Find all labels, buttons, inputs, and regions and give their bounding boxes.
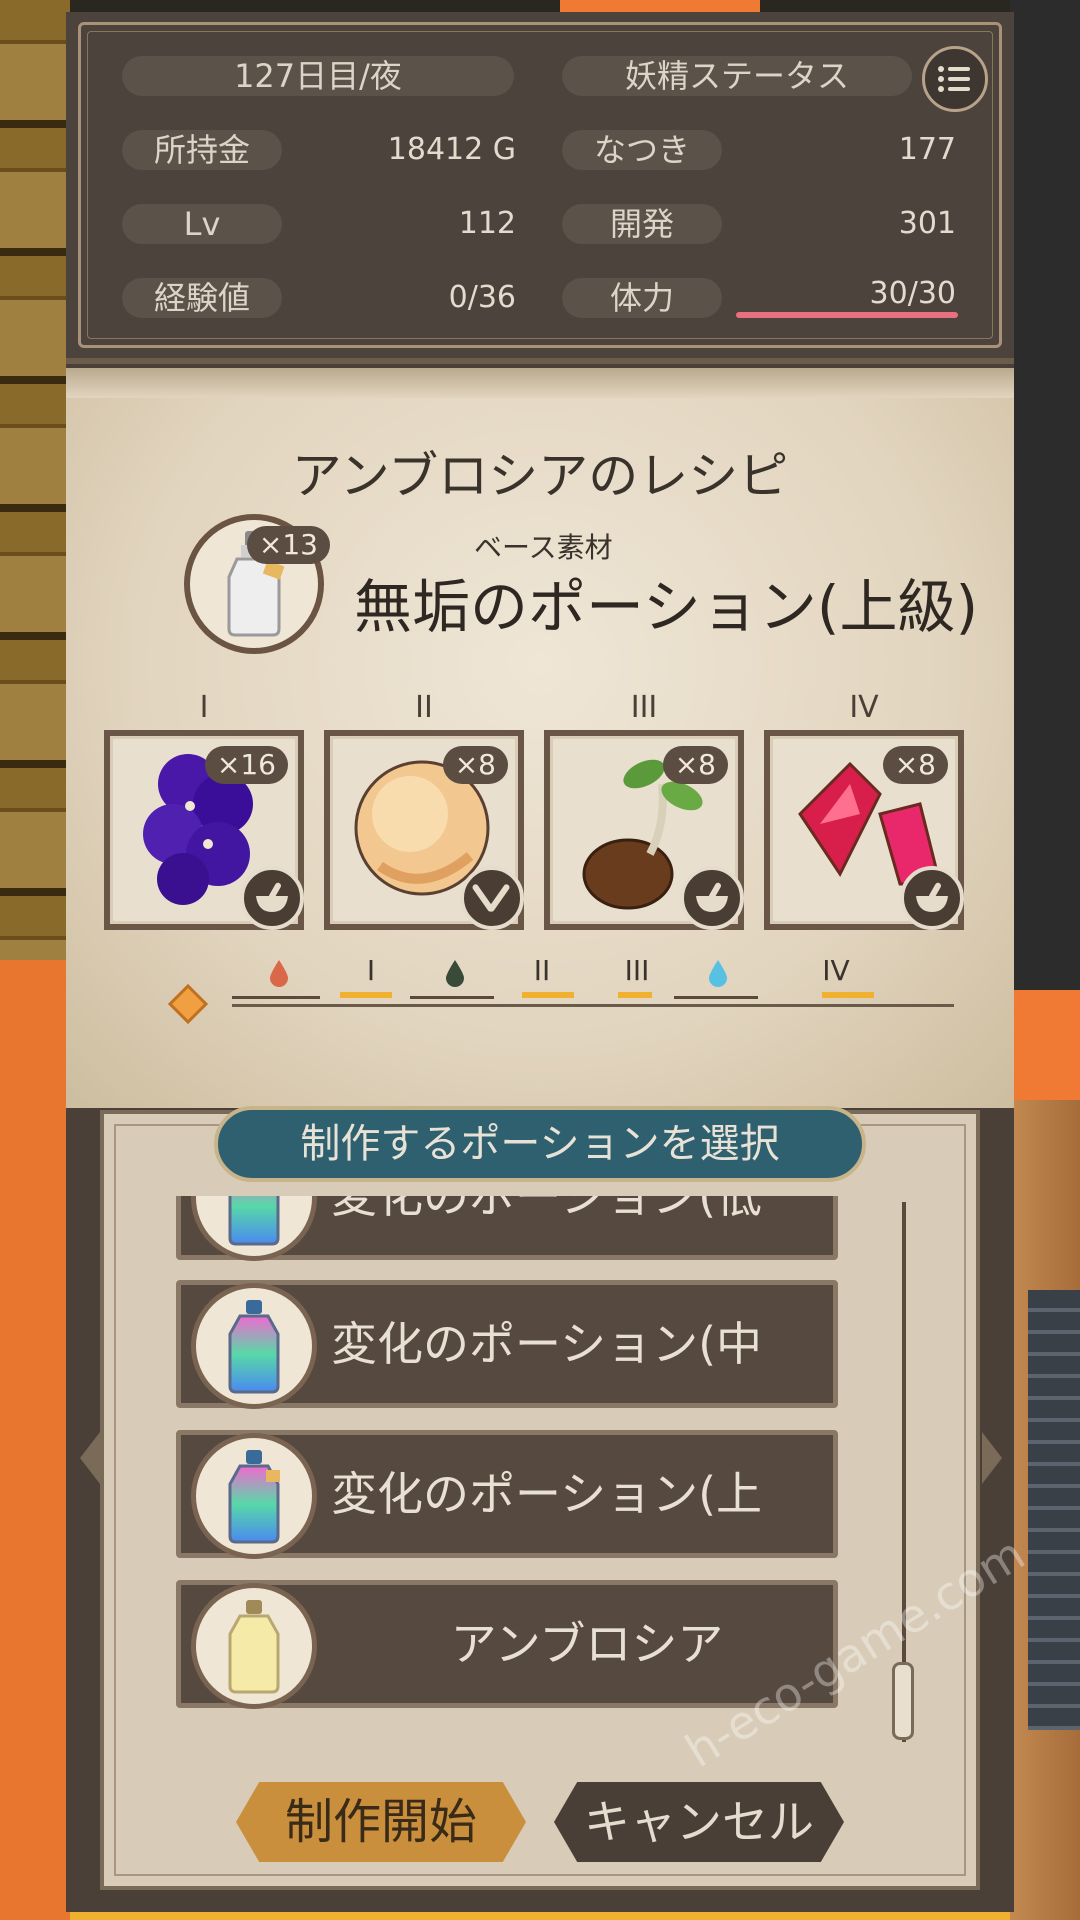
- dark-drop-icon: [446, 960, 464, 987]
- track-label-4: IV: [822, 954, 850, 987]
- track-seg-drop-dark: [410, 996, 494, 999]
- game-screen: 127日目/夜 妖精ステータス 所持金 18412 G なつき 177 Lv 1…: [66, 12, 1034, 1912]
- hp-bar: [736, 312, 958, 318]
- background-left-orange: [0, 960, 70, 1920]
- track-line: [232, 1004, 954, 1007]
- fairy-status-title: 妖精ステータス: [562, 56, 912, 96]
- potion-option-2-icon-frame: [191, 1283, 317, 1409]
- affection-label: なつき: [562, 130, 722, 170]
- potion-option-2-label: 変化のポーション(中級): [331, 1317, 763, 1489]
- day-display: 127日目/夜: [122, 56, 514, 96]
- blue-drop-icon: [709, 960, 727, 987]
- rainbow-potion-icon: [228, 1196, 280, 1246]
- dialog-title: 制作するポーションを選択: [214, 1106, 866, 1182]
- exp-label: 経験値: [122, 278, 282, 318]
- slot-4-number: IV: [849, 690, 879, 725]
- background-top-strip: [560, 0, 760, 12]
- slot-4-tool[interactable]: [900, 866, 964, 930]
- potion-option-3-label: 変化のポーション(上級): [331, 1467, 763, 1639]
- slot-3-count: ×8: [662, 746, 728, 784]
- potion-option-1-icon-frame: [191, 1196, 317, 1261]
- potion-option-1[interactable]: 変化のポーション(低級): [176, 1196, 838, 1341]
- slot-2-count: ×8: [442, 746, 508, 784]
- mortar-icon: [916, 882, 948, 912]
- base-material-slot[interactable]: ×13: [184, 514, 330, 654]
- ingredient-slot-4[interactable]: ×8: [764, 730, 964, 930]
- status-panel: 127日目/夜 妖精ステータス 所持金 18412 G なつき 177 Lv 1…: [66, 12, 1014, 364]
- knife-fork-icon: [472, 884, 510, 912]
- slot-3-number: III: [630, 690, 658, 725]
- track-label-3: III: [624, 954, 650, 987]
- mortar-icon: [256, 882, 288, 912]
- exp-value: 0/36: [448, 280, 516, 315]
- list-scrollbar-thumb[interactable]: [892, 1662, 914, 1740]
- track-seg-1: [340, 992, 392, 998]
- cancel-button[interactable]: キャンセル: [554, 1782, 844, 1862]
- brew-track: I II III IV: [66, 948, 1014, 1048]
- background-right-orange: [1010, 990, 1080, 1100]
- potion-option-2[interactable]: 変化のポーション(中級): [176, 1280, 838, 1489]
- track-seg-drop-red: [232, 996, 320, 999]
- hp-value: 30/30: [869, 276, 956, 311]
- lv-value: 112: [458, 206, 516, 241]
- affection-value: 177: [898, 132, 956, 167]
- ingredient-slot-1[interactable]: ×16: [104, 730, 304, 930]
- base-count-badge: ×13: [246, 526, 330, 564]
- list-scrollbar-track[interactable]: [902, 1202, 906, 1742]
- track-label-1: I: [366, 954, 376, 987]
- golden-potion-icon: [228, 1600, 280, 1694]
- mortar-icon: [696, 882, 728, 912]
- lv-label: Lv: [122, 204, 282, 244]
- potion-option-4[interactable]: アンブロシア: [176, 1580, 838, 1709]
- track-seg-3: [618, 992, 652, 998]
- money-value: 18412 G: [387, 132, 516, 167]
- track-seg-4: [822, 992, 874, 998]
- menu-button[interactable]: [922, 46, 988, 112]
- slot-1-tool[interactable]: [240, 866, 304, 930]
- slot-1-count: ×16: [204, 746, 288, 784]
- right-arrow-icon: [982, 1432, 1002, 1484]
- slot-1-number: I: [199, 690, 209, 725]
- slot-3-tool[interactable]: [680, 866, 744, 930]
- potion-option-3[interactable]: 変化のポーション(上級): [176, 1430, 838, 1639]
- track-label-2: II: [533, 954, 551, 987]
- track-seg-2: [522, 992, 574, 998]
- dev-value: 301: [898, 206, 956, 241]
- money-label: 所持金: [122, 130, 282, 170]
- hp-label: 体力: [562, 278, 722, 318]
- background-laptop-keyboard: [1028, 1290, 1080, 1730]
- recipe-parchment: アンブロシアのレシピ ×13 ベース素材 無垢のポーション(上級) I ×16: [66, 368, 1014, 1108]
- rainbow-potion-icon: [228, 1450, 280, 1544]
- base-material-name: 無垢のポーション(上級): [354, 573, 979, 641]
- recipe-title: アンブロシアのレシピ: [291, 447, 789, 505]
- potion-option-3-icon-frame: [191, 1433, 317, 1559]
- progress-marker-icon: [168, 984, 208, 1024]
- slot-2-tool[interactable]: [460, 866, 524, 930]
- potion-option-1-label: 変化のポーション(低級): [331, 1196, 763, 1341]
- red-drop-icon: [270, 960, 288, 987]
- start-crafting-button[interactable]: 制作開始: [236, 1782, 526, 1862]
- track-seg-drop-blue: [674, 996, 758, 999]
- rainbow-potion-icon: [228, 1300, 280, 1394]
- potion-option-4-icon-frame: [191, 1583, 317, 1709]
- dev-label: 開発: [562, 204, 722, 244]
- left-arrow-icon: [80, 1432, 100, 1484]
- slot-2-number: II: [415, 690, 433, 725]
- ingredient-slot-3[interactable]: ×8: [544, 730, 744, 930]
- list-menu-icon: [938, 66, 970, 92]
- ingredient-slot-2[interactable]: ×8: [324, 730, 524, 930]
- slot-4-count: ×8: [882, 746, 948, 784]
